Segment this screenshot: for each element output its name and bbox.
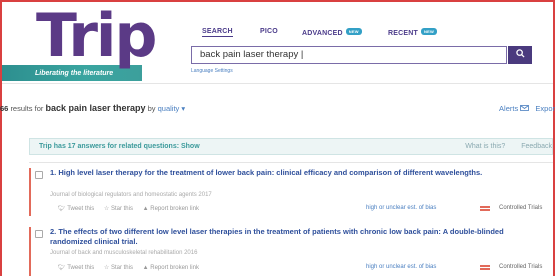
star-icon: ☆	[103, 206, 110, 212]
related-questions-bar: Trip has 17 answers for related question…	[29, 138, 553, 155]
tagline: Liberating the literature	[35, 70, 114, 77]
controlled-trial-icon	[480, 265, 490, 270]
nav-advanced[interactable]: ADVANCED NEW	[302, 28, 362, 37]
result-count: 66	[0, 104, 9, 113]
warning-icon: ▲	[142, 206, 149, 212]
result-item: 1. High level laser therapy for the trea…	[29, 168, 553, 220]
warning-icon: ▲	[142, 265, 149, 271]
result-marker	[29, 168, 31, 216]
results-divider	[29, 162, 553, 163]
trial-type-label: Controlled Trials	[499, 264, 543, 270]
result-actions: 🐦︎ Tweet this ☆ Star this ▲ Report broke…	[58, 205, 199, 212]
star-link[interactable]: Star this	[111, 206, 133, 212]
report-link[interactable]: Report broken link	[150, 265, 199, 271]
language-settings-link[interactable]: Language Settings	[191, 68, 233, 74]
twitter-icon: 🐦︎	[58, 265, 66, 271]
search-icon	[515, 49, 525, 58]
star-icon: ☆	[103, 265, 110, 271]
report-link[interactable]: Report broken link	[150, 206, 199, 212]
alerts-export: Alerts Expor	[499, 104, 555, 113]
related-questions-text[interactable]: Trip has 17 answers for related question…	[39, 143, 200, 150]
alerts-link[interactable]: Alerts	[499, 104, 518, 113]
tweet-link[interactable]: Tweet this	[67, 265, 94, 271]
trip-logo[interactable]: Trip	[36, 6, 157, 66]
nav-pico[interactable]: PICO	[260, 28, 278, 35]
search-button[interactable]	[508, 46, 532, 64]
sort-dropdown[interactable]: quality ▾	[158, 104, 186, 113]
result-source: Journal of back and musculoskeletal reha…	[50, 250, 198, 256]
nav-search[interactable]: SEARCH	[202, 28, 233, 37]
nav-recent-label: RECENT	[388, 30, 418, 37]
results-for-label: results for	[10, 104, 44, 113]
header-divider	[2, 83, 553, 84]
result-item: 2. The effects of two different low leve…	[29, 227, 553, 276]
search-input[interactable]: back pain laser therapy |	[191, 46, 507, 64]
what-is-this-link[interactable]: What is this?	[465, 143, 505, 150]
bias-link[interactable]: high or unclear est. of bias	[366, 264, 436, 270]
nav-pico-label: PICO	[260, 28, 278, 35]
result-checkbox[interactable]	[35, 171, 43, 179]
feedback-link[interactable]: Feedback	[521, 143, 552, 150]
nav-recent[interactable]: RECENT NEW	[388, 28, 437, 37]
new-badge: NEW	[345, 28, 362, 35]
star-link[interactable]: Star this	[111, 265, 133, 271]
nav-search-label: SEARCH	[202, 28, 233, 35]
result-actions: 🐦︎ Tweet this ☆ Star this ▲ Report broke…	[58, 264, 199, 271]
result-marker	[29, 227, 31, 276]
results-summary: 66 results for back pain laser therapy b…	[0, 103, 185, 113]
by-label: by	[147, 104, 156, 113]
controlled-trial-icon	[480, 206, 490, 211]
new-badge: NEW	[420, 28, 437, 35]
tweet-link[interactable]: Tweet this	[67, 206, 94, 212]
site-header: Trip Liberating the literature SEARCH PI…	[2, 2, 553, 82]
nav-advanced-label: ADVANCED	[302, 30, 343, 37]
twitter-icon: 🐦︎	[58, 206, 66, 212]
result-source: Journal of biological regulators and hom…	[50, 192, 212, 198]
result-checkbox[interactable]	[35, 230, 43, 238]
result-title-link[interactable]: 2. The effects of two different low leve…	[50, 227, 540, 247]
mail-icon	[520, 105, 530, 111]
trial-type-label: Controlled Trials	[499, 205, 543, 211]
export-link[interactable]: Expor	[535, 104, 555, 113]
result-query: back pain laser therapy	[45, 103, 146, 113]
bias-link[interactable]: high or unclear est. of bias	[366, 205, 436, 211]
related-links: What is this? Feedback	[465, 143, 552, 150]
result-title-link[interactable]: 1. High level laser therapy for the trea…	[50, 168, 540, 178]
